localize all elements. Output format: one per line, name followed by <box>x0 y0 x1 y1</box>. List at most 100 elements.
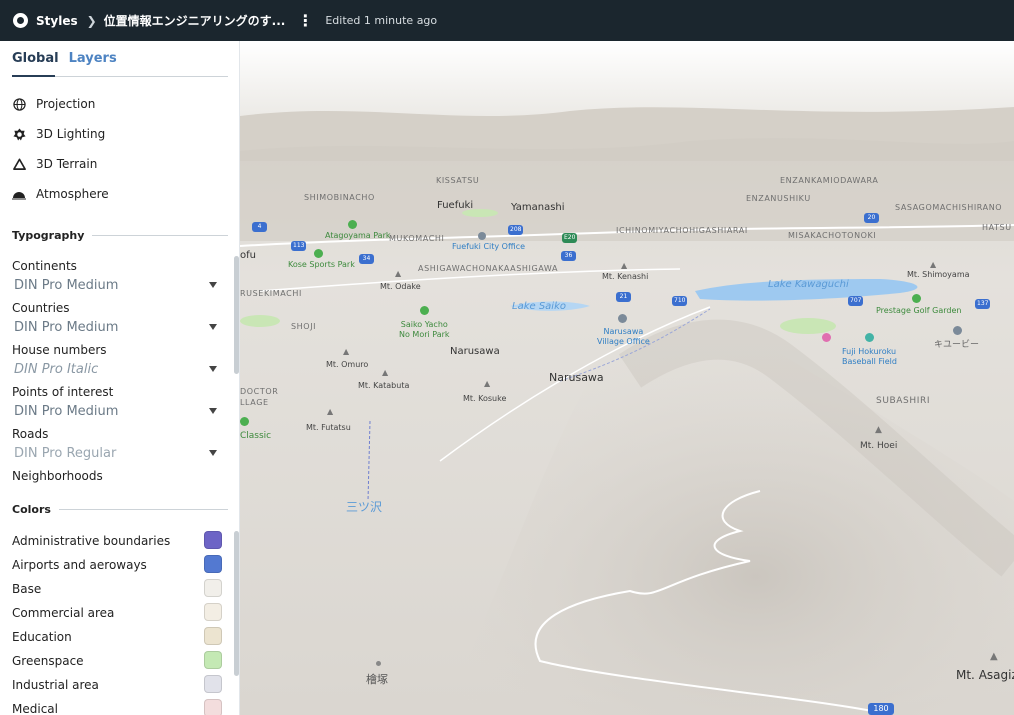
peak-marker-icon: ▲ <box>327 407 334 416</box>
peak-marker-icon: ▲ <box>621 261 628 270</box>
map-label: SHOJI <box>291 322 317 331</box>
poi-pin-icon[interactable] <box>478 232 486 240</box>
map-label: SASAGOMACHISHIRANO <box>895 203 1003 212</box>
map-label: キユービー <box>934 340 980 350</box>
peak-marker-icon: ▲ <box>484 379 491 388</box>
color-row-label: Administrative boundaries <box>12 534 171 548</box>
color-row[interactable]: Administrative boundaries <box>12 531 222 549</box>
global-item-projection[interactable]: Projection <box>12 97 95 111</box>
map-label: Narusawa <box>450 346 500 357</box>
road-shield: 34 <box>359 254 374 264</box>
map-canvas[interactable]: 4 113 34 208 E20 36 21 710 707 137 20 180 KISSATSU … <box>240 41 1014 715</box>
font-select-roads[interactable]: DIN Pro Regular <box>14 446 222 461</box>
map-label: RUSEKIMACHI <box>240 289 302 298</box>
map-label: Mt. Kenashi <box>602 272 649 281</box>
typography-section-heading: Typography <box>12 229 228 242</box>
typography-scrollbar[interactable] <box>234 256 239 374</box>
map-label: Yamanashi <box>511 202 565 213</box>
font-select-house-numbers[interactable]: DIN Pro Italic <box>14 362 222 377</box>
map-label: DOCTOR LLAGE <box>240 387 279 407</box>
park-pin-icon[interactable] <box>912 294 921 303</box>
poi-pin-icon[interactable] <box>618 314 627 323</box>
color-swatch[interactable] <box>204 603 222 621</box>
tab-global[interactable]: Global <box>12 51 59 74</box>
color-row-label: Commercial area <box>12 606 115 620</box>
map-label: Mt. Futatsu <box>306 423 351 432</box>
poi-pin-icon[interactable] <box>953 326 962 335</box>
map-label: ICHINOMIYACHOHIGASHIARAI <box>616 226 748 235</box>
peak-marker-icon: ▲ <box>875 425 882 435</box>
atmosphere-icon <box>12 187 26 201</box>
color-row[interactable]: Airports and aeroways <box>12 555 222 573</box>
tab-layers[interactable]: Layers <box>69 51 117 74</box>
map-label: Saiko Yacho No Mori Park <box>399 320 450 339</box>
color-swatch[interactable] <box>204 651 222 669</box>
breadcrumb-styles[interactable]: Styles <box>36 14 78 28</box>
park-pin-icon[interactable] <box>314 249 323 258</box>
map-label: ENZANKAMIODAWARA <box>780 176 879 185</box>
map-label: Mt. Odake <box>380 282 421 291</box>
chevron-right-icon: ❯ <box>86 13 97 28</box>
global-item-label: Atmosphere <box>36 187 109 201</box>
peak-marker-icon: ▲ <box>990 651 998 662</box>
map-label: Atagoyama Park <box>325 231 391 240</box>
road-shield: 113 <box>291 241 307 251</box>
map-label: Mt. Shimoyama <box>907 270 970 279</box>
color-row[interactable]: Education <box>12 627 222 645</box>
color-row[interactable]: Medical <box>12 699 222 715</box>
color-row[interactable]: Commercial area <box>12 603 222 621</box>
typography-label: Points of interest <box>12 385 114 399</box>
mapbox-logo-icon[interactable] <box>13 13 28 28</box>
color-swatch[interactable] <box>204 555 222 573</box>
global-item-3d-lighting[interactable]: 3D Lighting <box>12 127 105 141</box>
poi-pin-icon[interactable] <box>822 333 831 342</box>
global-item-label: Projection <box>36 97 96 111</box>
typography-label-neighborhoods: Neighborhoods <box>12 469 103 483</box>
color-row[interactable]: Base <box>12 579 222 597</box>
map-label: Mt. Katabuta <box>358 381 410 390</box>
colors-scrollbar[interactable] <box>234 531 239 676</box>
font-select-value: DIN Pro Regular <box>14 446 117 461</box>
road-shield: 137 <box>975 299 991 309</box>
color-row-label: Education <box>12 630 72 644</box>
peak-marker-icon: ▲ <box>382 368 389 377</box>
park-pin-icon[interactable] <box>348 220 357 229</box>
map-label: MUKOMACHI <box>389 234 445 243</box>
poi-pin-icon[interactable] <box>865 333 874 342</box>
color-swatch[interactable] <box>204 675 222 693</box>
typography-label: House numbers <box>12 343 107 357</box>
color-swatch[interactable] <box>204 699 222 715</box>
map-label: ofu <box>240 250 256 261</box>
color-swatch[interactable] <box>204 531 222 549</box>
color-swatch[interactable] <box>204 579 222 597</box>
color-row-label: Medical <box>12 702 58 715</box>
map-label: Fuji Hokuroku Baseball Field <box>842 347 897 366</box>
color-row[interactable]: Greenspace <box>12 651 222 669</box>
peak-marker-icon: ▲ <box>395 269 402 278</box>
map-label: MISAKACHOTONOKI <box>788 231 877 240</box>
color-row-label: Airports and aeroways <box>12 558 147 572</box>
point-marker-icon <box>376 661 381 666</box>
road-shield: 21 <box>616 292 631 302</box>
colors-heading: Colors <box>12 503 51 516</box>
more-options-icon[interactable]: ⋮ <box>297 11 313 30</box>
font-select-value: DIN Pro Italic <box>14 362 99 377</box>
font-select-countries[interactable]: DIN Pro Medium <box>14 320 222 335</box>
road-shield: 208 <box>508 225 524 235</box>
style-name[interactable]: 位置情報エンジニアリングのす... <box>104 12 286 29</box>
global-item-3d-terrain[interactable]: 3D Terrain <box>12 157 97 171</box>
park-pin-icon[interactable] <box>240 417 249 426</box>
global-item-atmosphere[interactable]: Atmosphere <box>12 187 109 201</box>
sidebar: Global Layers Projection 3D Lighting 3D … <box>0 41 240 715</box>
font-select-continents[interactable]: DIN Pro Medium <box>14 278 222 293</box>
color-row-label: Industrial area <box>12 678 99 692</box>
color-row[interactable]: Industrial area <box>12 675 222 693</box>
dropdown-arrow-icon <box>209 408 217 414</box>
color-swatch[interactable] <box>204 627 222 645</box>
typography-label: Countries <box>12 301 70 315</box>
map-label: Fuefuki <box>437 200 474 211</box>
font-select-value: DIN Pro Medium <box>14 320 119 335</box>
font-select-poi[interactable]: DIN Pro Medium <box>14 404 222 419</box>
park-pin-icon[interactable] <box>420 306 429 315</box>
typography-heading: Typography <box>12 229 85 242</box>
